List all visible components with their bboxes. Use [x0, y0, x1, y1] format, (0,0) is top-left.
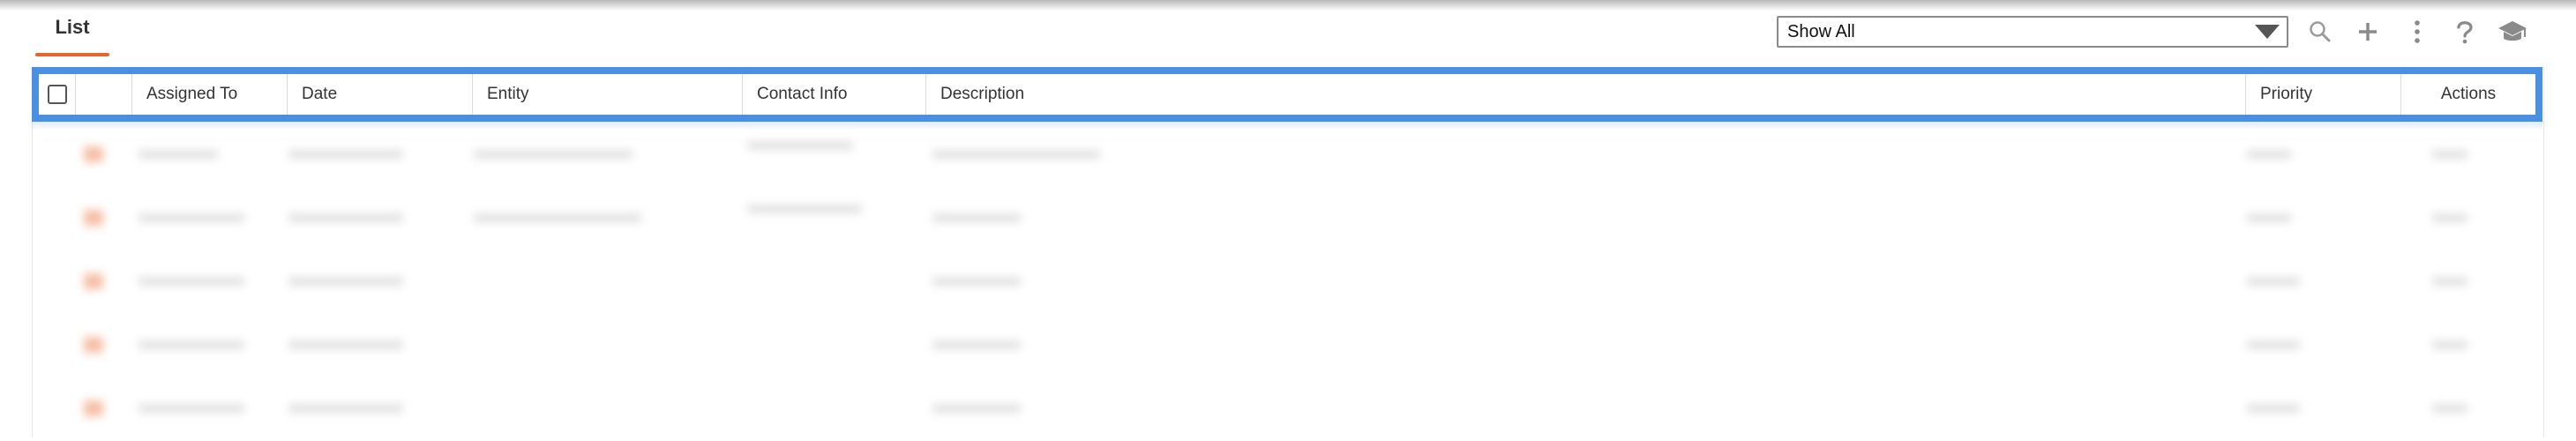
top-shadow	[0, 0, 2576, 11]
select-all-cell	[39, 74, 76, 115]
column-header-contact-info[interactable]: Contact Info	[743, 74, 926, 115]
column-header-description[interactable]: Description	[926, 74, 2246, 115]
table-row[interactable]	[33, 379, 2542, 441]
column-header-indicator	[76, 74, 132, 115]
chevron-down-icon	[2255, 25, 2280, 39]
column-header-date[interactable]: Date	[288, 74, 473, 115]
more-vertical-icon[interactable]	[2400, 14, 2435, 49]
column-header-entity[interactable]: Entity	[473, 74, 743, 115]
table-header: Assigned To Date Entity Contact Info Des…	[39, 74, 2535, 115]
search-icon[interactable]	[2303, 14, 2338, 49]
table-row[interactable]	[33, 316, 2542, 377]
column-header-assigned-to[interactable]: Assigned To	[132, 74, 288, 115]
table-body	[33, 125, 2542, 437]
filter-dropdown[interactable]: Show All	[1777, 16, 2288, 48]
tab-list-label: List	[55, 16, 90, 38]
column-header-actions: Actions	[2440, 85, 2497, 103]
select-all-checkbox[interactable]	[47, 85, 67, 104]
table-row[interactable]	[33, 252, 2542, 314]
tab-list[interactable]: List	[35, 16, 109, 56]
table-row[interactable]	[33, 189, 2542, 250]
active-tab-indicator	[35, 53, 109, 56]
plus-icon[interactable]	[2350, 14, 2385, 49]
graduation-cap-icon[interactable]	[2495, 14, 2530, 49]
filter-selected-value: Show All	[1787, 21, 1855, 41]
help-icon[interactable]	[2447, 14, 2482, 49]
column-header-priority[interactable]: Priority	[2246, 74, 2401, 115]
table-row[interactable]	[33, 125, 2542, 187]
